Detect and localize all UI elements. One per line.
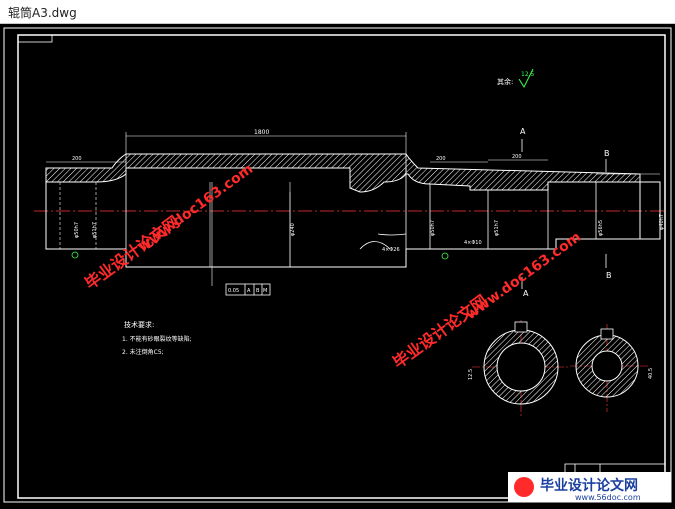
dim-right-len1: 200 (436, 156, 446, 162)
section-b-dim: 40.5 (648, 368, 654, 379)
datum-marker-right (441, 252, 449, 260)
site-logo: 毕业设计论文网 www.56doc.com (508, 472, 671, 502)
dim-dia-right2: φ51h7 (494, 220, 500, 236)
tolerance-datum-a: A (247, 288, 251, 294)
notes-title: 技术要求: (124, 320, 154, 329)
section-b-top: B (604, 149, 610, 158)
datum-marker-left (71, 251, 79, 259)
notes-item-1: 1. 不能有砂眼裂纹等缺陷; (122, 335, 192, 343)
logo-cn: 毕业设计论文网 (540, 477, 638, 494)
section-view-a: 12.5 (468, 320, 568, 418)
cad-viewport[interactable]: 其余: 12.5 1800 200 200 200 φ50h7 φ51h7 φ2… (0, 24, 675, 505)
roughness-value: 12.5 (521, 71, 535, 78)
tolerance-frame: 0.05 A B M (211, 267, 271, 296)
section-a-bottom: A (523, 289, 529, 298)
dim-chamfer1: 4×Φ26 (382, 247, 400, 253)
corner-label-box (17, 34, 53, 43)
dim-dia-center: φ240 (290, 223, 296, 236)
dim-dia-right3: φ56h5 (598, 220, 604, 236)
dim-overall: 1800 (254, 129, 269, 136)
section-b-bottom: B (606, 271, 612, 280)
tolerance-value: 0.05 (228, 288, 239, 294)
dim-left-length: 200 (72, 156, 82, 162)
dim-right-len2: 200 (512, 154, 522, 160)
section-view-b: 40.5 (570, 324, 654, 412)
tolerance-modifier: M (263, 288, 267, 294)
roughness-label: 其余: (497, 77, 513, 86)
logo-url: www.56doc.com (575, 493, 641, 502)
notes-item-2: 2. 未注倒角C5; (122, 348, 164, 356)
window-titlebar: 辊筒A3.dwg (0, 0, 675, 24)
dim-chamfer2: 4×Φ10 (464, 240, 482, 246)
dim-dia-left2: φ51h7 (92, 222, 98, 238)
window-title: 辊筒A3.dwg (8, 6, 77, 20)
dim-dia-right: φ50h7 (430, 220, 436, 236)
section-a-top: A (520, 127, 526, 136)
watermark-url-1: www.doc163.com (135, 161, 256, 255)
drawing-canvas[interactable]: 其余: 12.5 1800 200 200 200 φ50h7 φ51h7 φ2… (0, 24, 675, 505)
tolerance-datum-b: B (256, 288, 260, 294)
section-a-dim: 12.5 (468, 369, 474, 380)
dim-dia-end: φ40h7 (659, 214, 665, 230)
dim-dia-left: φ50h7 (74, 222, 80, 238)
